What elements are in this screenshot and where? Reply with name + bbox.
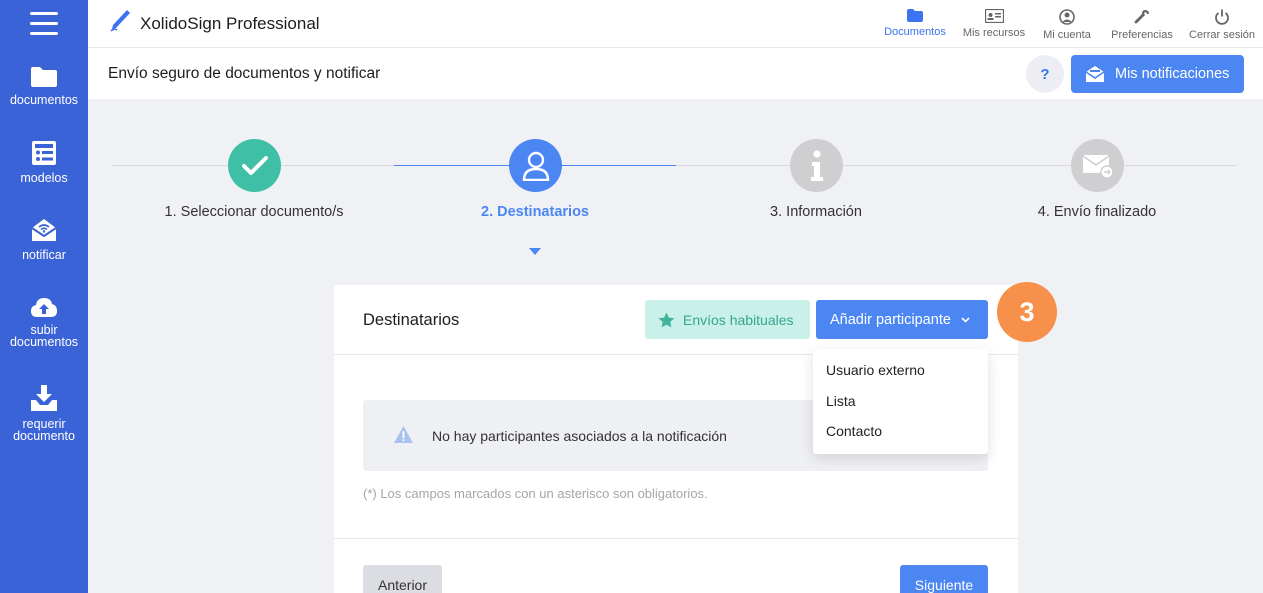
step-3-circle[interactable] (790, 139, 843, 192)
dropdown-item-contacto[interactable]: Contacto (813, 423, 988, 454)
previous-button[interactable]: Anterior (363, 565, 442, 593)
nav-label: Mi cuenta (1043, 29, 1091, 41)
add-participant-label: Añadir participante (830, 311, 951, 328)
cloud-upload-icon (31, 298, 57, 317)
add-participant-button[interactable]: Añadir participante (816, 300, 988, 339)
user-icon (522, 151, 549, 181)
required-fields-hint: (*) Los campos marcados con un asterisco… (363, 486, 708, 501)
step-1-circle[interactable] (228, 139, 281, 192)
nav-mi-cuenta[interactable]: Mi cuenta (1036, 0, 1098, 48)
download-tray-icon (31, 385, 57, 411)
app-title: XolidoSign Professional (140, 14, 320, 33)
warning-icon (394, 426, 413, 443)
mail-sent-icon (1082, 154, 1114, 179)
wrench-icon (1134, 10, 1149, 24)
empty-state-message: No hay participantes asociados a la noti… (432, 428, 727, 444)
sidebar-item-documentos[interactable]: documentos (0, 66, 88, 106)
card-divider (334, 538, 1018, 539)
sub-header: Envío seguro de documentos y notificar ?… (88, 48, 1263, 99)
page-title: Envío seguro de documentos y notificar (108, 65, 381, 82)
sidebar-item-notificar[interactable]: notificar (0, 217, 88, 261)
help-button[interactable]: ? (1026, 55, 1064, 93)
nav-mis-recursos[interactable]: Mis recursos (959, 0, 1029, 48)
nav-label: Documentos (884, 26, 946, 38)
sidebar-item-label: requerir documento (13, 417, 75, 443)
mail-wifi-icon (31, 219, 57, 241)
folder-icon (907, 9, 923, 22)
check-icon (241, 155, 268, 175)
chevron-down-icon (961, 316, 970, 323)
step-1-label[interactable]: 1. Seleccionar documento/s (124, 204, 384, 220)
user-icon (1059, 9, 1075, 25)
power-icon (1215, 9, 1229, 25)
step-4-label[interactable]: 4. Envío finalizado (967, 204, 1227, 220)
stepper-connector (676, 165, 1237, 166)
id-card-icon (984, 9, 1004, 23)
sidebar-item-label: notificar (22, 248, 66, 262)
step-4-circle[interactable] (1071, 139, 1124, 192)
top-bar: XolidoSign Professional Documentos Mis r… (88, 0, 1263, 48)
folder-icon (31, 67, 57, 87)
favorites-label: Envíos habituales (683, 311, 794, 328)
nav-label: Cerrar sesión (1188, 29, 1256, 41)
notifications-label: Mis notificaciones (1115, 66, 1230, 82)
envelope-open-icon (1085, 66, 1105, 82)
sidebar: documentos modelos notificar subir docum… (0, 0, 88, 593)
sidebar-item-modelos[interactable]: modelos (0, 140, 88, 184)
active-step-pointer (529, 248, 541, 255)
step-2-label[interactable]: 2. Destinatarios (405, 204, 665, 220)
sidebar-item-subir-documentos[interactable]: subir documentos (0, 296, 88, 348)
nav-documentos[interactable]: Documentos (879, 0, 951, 48)
nav-preferencias[interactable]: Preferencias (1106, 0, 1178, 48)
tutorial-step-badge: 3 (997, 282, 1057, 342)
nav-cerrar-sesion[interactable]: Cerrar sesión (1184, 0, 1260, 48)
info-icon (810, 149, 823, 181)
sidebar-item-label: subir documentos (9, 323, 79, 349)
step-3-label[interactable]: 3. Información (686, 204, 946, 220)
dropdown-item-usuario-externo[interactable]: Usuario externo (813, 362, 988, 393)
pen-logo-icon (110, 10, 130, 32)
template-icon (32, 141, 56, 165)
nav-label: Mis recursos (962, 27, 1026, 39)
favorites-button[interactable]: Envíos habituales (645, 300, 810, 339)
sidebar-item-label: documentos (9, 93, 79, 107)
next-button[interactable]: Siguiente (900, 565, 988, 593)
nav-label: Preferencias (1111, 29, 1173, 41)
step-2-circle[interactable] (509, 139, 562, 192)
sidebar-item-label: modelos (20, 171, 68, 185)
add-participant-dropdown: Usuario externo Lista Contacto (813, 349, 988, 454)
notifications-button[interactable]: Mis notificaciones (1071, 55, 1244, 93)
sidebar-item-requerir-documento[interactable]: requerir documento (0, 384, 88, 442)
dropdown-item-lista[interactable]: Lista (813, 393, 988, 424)
star-icon (658, 312, 675, 327)
menu-icon[interactable] (30, 12, 58, 36)
card-title: Destinatarios (363, 311, 460, 329)
